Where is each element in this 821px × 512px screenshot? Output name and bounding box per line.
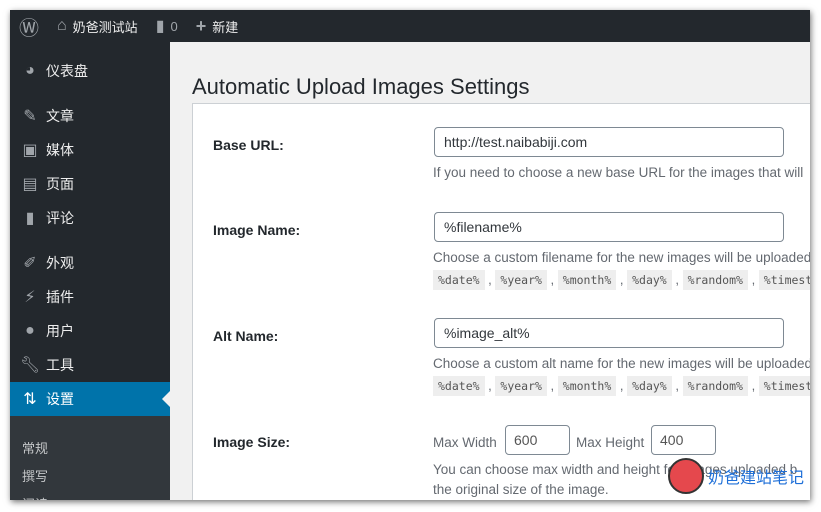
label: 插件 [46, 289, 74, 305]
new-content-link[interactable]: + 新建 [187, 10, 248, 42]
base-url-description: If you need to choose a new base URL for… [433, 165, 804, 180]
plus-icon: + [195, 15, 207, 36]
site-name-link[interactable]: ⌂ 奶爸测试站 [48, 10, 147, 42]
code-tag: %year% [495, 270, 547, 290]
sidebar-item-media[interactable]: ▣ 媒体 [10, 133, 170, 167]
watermark: 奶爸建站笔记 [668, 458, 804, 494]
code-tag: %month% [557, 270, 617, 290]
code-tag: %month% [557, 376, 617, 396]
image-size-description-2: the original size of the image. [433, 482, 609, 497]
settings-icon: ⇅ [23, 391, 37, 408]
settings-submenu: 常规 撰写 阅读 [10, 416, 170, 500]
browser-window: Ⓦ ⌂ 奶爸测试站 ▮ 0 + 新建 ◕ 仪表盘 ✎ 文章 ▣ 媒体 ▤ 页面 ▮ 评论 ✐ 外观… [10, 10, 810, 500]
label: 媒体 [46, 142, 74, 158]
comments-link[interactable]: ▮ 0 [147, 10, 187, 42]
code-tag: %timestamp% [758, 270, 810, 290]
label: 工具 [46, 357, 74, 373]
comment-count: 0 [170, 18, 178, 34]
brush-icon: ✐ [23, 255, 37, 272]
base-url-input[interactable]: http://test.naibabiji.com [434, 127, 784, 157]
label: 外观 [46, 255, 74, 271]
sidebar-item-plugins[interactable]: ⚡ 插件 [10, 280, 170, 314]
alt-name-label: Alt Name: [213, 328, 279, 344]
code-tag: %timestamp% [758, 376, 810, 396]
main-content: Automatic Upload Images Settings Base UR… [170, 42, 810, 500]
submenu-general[interactable]: 常规 [22, 438, 48, 457]
alt-name-description: Choose a custom alt name for the new ima… [433, 356, 810, 371]
site-name: 奶爸测试站 [72, 19, 138, 35]
media-icon: ▣ [22, 142, 38, 159]
sidebar-item-settings[interactable]: ⇅ 设置 [10, 382, 170, 416]
code-tag: %day% [627, 376, 672, 396]
settings-form: Base URL: http://test.naibabiji.com If y… [192, 103, 810, 500]
label: 评论 [46, 210, 74, 226]
page-icon: ▤ [22, 176, 38, 193]
sidebar-item-pages[interactable]: ▤ 页面 [10, 167, 170, 201]
new-label: 新建 [212, 19, 239, 35]
max-height-label: Max Height [576, 435, 645, 450]
admin-sidebar: ◕ 仪表盘 ✎ 文章 ▣ 媒体 ▤ 页面 ▮ 评论 ✐ 外观 ⚡ 插件 ● 用户 🔧︎ 工具 ⇅ 设… [10, 42, 170, 500]
max-width-input[interactable]: 600 [505, 425, 570, 455]
admin-bar: Ⓦ ⌂ 奶爸测试站 ▮ 0 + 新建 [10, 10, 810, 42]
sidebar-item-dashboard[interactable]: ◕ 仪表盘 [10, 54, 170, 88]
code-tag: %year% [495, 376, 547, 396]
wrench-icon: 🔧︎ [19, 357, 41, 374]
page-title: Automatic Upload Images Settings [192, 74, 530, 99]
dashboard-icon: ◕ [25, 62, 35, 79]
submenu-writing[interactable]: 撰写 [22, 466, 48, 485]
sidebar-item-tools[interactable]: 🔧︎ 工具 [10, 348, 170, 382]
watermark-text: 奶爸建站笔记 [708, 470, 805, 487]
base-url-label: Base URL: [213, 137, 284, 153]
label: 页面 [46, 176, 74, 192]
image-name-input[interactable]: %filename% [434, 212, 784, 242]
code-tag: %random% [682, 270, 748, 290]
user-icon: ● [25, 322, 35, 339]
label: 仪表盘 [46, 63, 88, 79]
home-icon: ⌂ [57, 17, 67, 34]
max-width-label: Max Width [433, 435, 497, 450]
label: 设置 [46, 391, 74, 407]
submenu-reading[interactable]: 阅读 [22, 494, 48, 500]
plugin-icon: ⚡ [24, 289, 36, 306]
comment-icon: ▮ [25, 210, 35, 227]
wordpress-icon: Ⓦ [19, 17, 39, 40]
max-height-input[interactable]: 400 [651, 425, 716, 455]
pin-icon: ✎ [23, 108, 37, 125]
sidebar-item-posts[interactable]: ✎ 文章 [10, 99, 170, 133]
sidebar-item-comments[interactable]: ▮ 评论 [10, 201, 170, 235]
alt-name-codes: %date% , %year% , %month% , %day% , %ran… [433, 376, 810, 396]
image-size-label: Image Size: [213, 434, 291, 450]
image-name-description: Choose a custom filename for the new ima… [433, 250, 810, 265]
image-name-label: Image Name: [213, 222, 301, 238]
image-name-codes: %date% , %year% , %month% , %day% , %ran… [433, 270, 810, 290]
alt-name-input[interactable]: %image_alt% [434, 318, 784, 348]
sidebar-item-users[interactable]: ● 用户 [10, 314, 170, 348]
sidebar-item-appearance[interactable]: ✐ 外观 [10, 246, 170, 280]
label: 用户 [46, 323, 74, 339]
code-tag: %day% [627, 270, 672, 290]
code-tag: %date% [433, 270, 485, 290]
wordpress-logo-button[interactable]: Ⓦ [10, 10, 48, 42]
code-tag: %random% [682, 376, 748, 396]
code-tag: %date% [433, 376, 485, 396]
label: 文章 [46, 108, 74, 124]
comment-icon: ▮ [155, 18, 165, 35]
avatar-icon [668, 458, 704, 494]
